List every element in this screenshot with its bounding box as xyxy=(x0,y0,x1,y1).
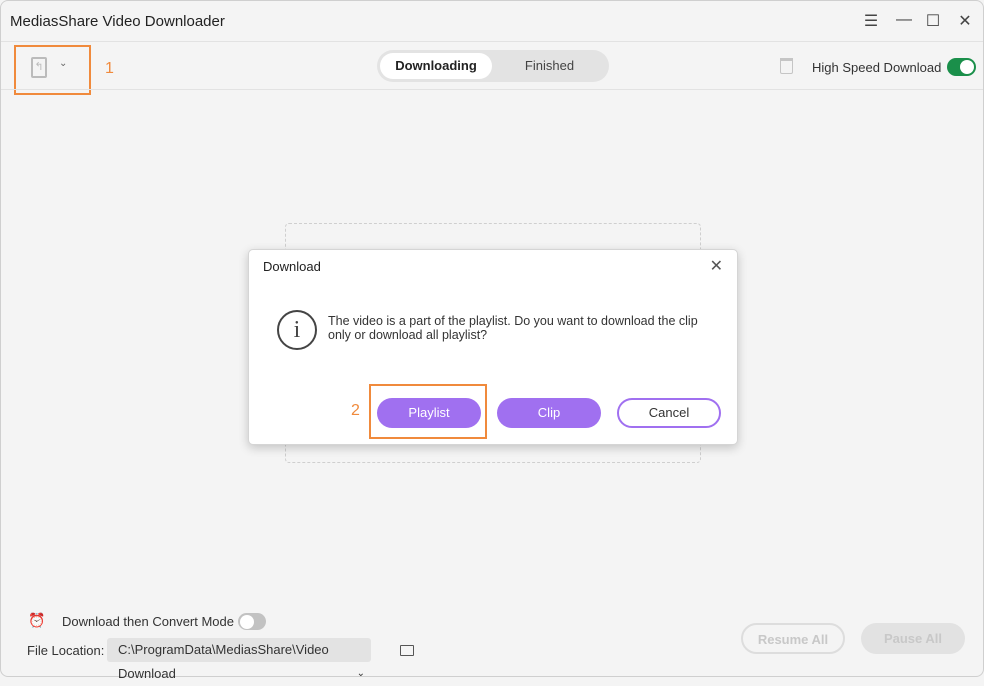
dialog-message-line2: only or download all playlist? xyxy=(328,328,488,342)
annotation-2: 2 xyxy=(351,402,360,419)
cancel-button[interactable]: Cancel xyxy=(617,398,721,428)
file-location-label: File Location: xyxy=(27,643,105,658)
minimize-icon[interactable]: — xyxy=(894,11,914,29)
window-title: MediasShare Video Downloader xyxy=(10,13,225,30)
clip-button[interactable]: Clip xyxy=(497,398,601,428)
tab-finished[interactable]: Finished xyxy=(497,53,602,79)
paste-url-icon[interactable]: ↰ xyxy=(31,57,47,78)
folder-icon[interactable] xyxy=(400,645,414,656)
dialog-title: Download xyxy=(263,259,321,274)
resume-all-button[interactable]: Resume All xyxy=(741,623,845,654)
dialog-close-icon[interactable]: ✕ xyxy=(710,256,723,276)
high-speed-toggle[interactable] xyxy=(947,58,976,76)
divider xyxy=(1,89,983,90)
chevron-down-icon: ⌄ xyxy=(356,668,365,679)
close-icon[interactable]: ✕ xyxy=(955,11,975,31)
file-location-value: C:\ProgramData\MediasShare\Video Downloa… xyxy=(118,642,329,681)
alarm-clock-icon: ⏰ xyxy=(28,612,46,628)
convert-mode-label: Download then Convert Mode xyxy=(62,614,234,629)
divider xyxy=(1,41,983,42)
high-speed-label: High Speed Download xyxy=(812,60,942,75)
trash-icon[interactable] xyxy=(780,58,793,74)
chevron-down-icon[interactable]: ⌄ xyxy=(59,58,67,69)
tab-downloading[interactable]: Downloading xyxy=(380,53,492,79)
highlight-box-1 xyxy=(14,45,91,95)
maximize-icon[interactable]: ☐ xyxy=(923,11,943,31)
tab-switch: Downloading Finished xyxy=(377,50,609,82)
app-window: MediasShare Video Downloader ☰ — ☐ ✕ ↰ ⌄… xyxy=(0,0,984,681)
menu-icon[interactable]: ☰ xyxy=(861,11,881,31)
playlist-button[interactable]: Playlist xyxy=(377,398,481,428)
dialog-message-line1: The video is a part of the playlist. Do … xyxy=(328,314,698,328)
annotation-1: 1 xyxy=(105,60,114,77)
download-dialog: Download ✕ i The video is a part of the … xyxy=(248,249,738,445)
convert-mode-toggle[interactable] xyxy=(238,613,266,630)
file-location-select[interactable]: C:\ProgramData\MediasShare\Video Downloa… xyxy=(107,638,371,681)
pause-all-button[interactable]: Pause All xyxy=(861,623,965,654)
info-icon: i xyxy=(277,310,317,350)
